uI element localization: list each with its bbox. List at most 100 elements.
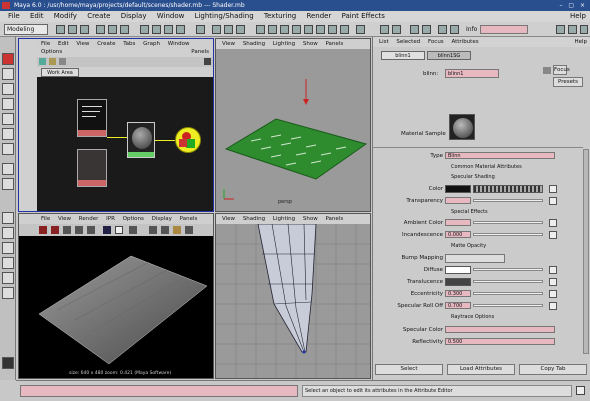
keep-image-icon[interactable] (149, 226, 157, 234)
show-manip-icon[interactable] (2, 163, 14, 175)
snap-plane-icon[interactable] (176, 25, 185, 34)
universal-manip-icon[interactable] (2, 143, 14, 155)
bump-dropdown[interactable] (445, 254, 505, 263)
texture-node[interactable] (77, 99, 107, 137)
snap-point-icon[interactable] (164, 25, 173, 34)
menu-lighting-shading[interactable]: Lighting/Shading (195, 12, 254, 20)
transparency-field[interactable] (445, 197, 471, 204)
menu-window[interactable]: Window (157, 12, 185, 20)
face-icon[interactable] (422, 25, 431, 34)
history-icon[interactable] (196, 25, 205, 34)
load-attributes-button[interactable]: Load Attributes (447, 364, 515, 375)
script-editor-icon[interactable] (576, 386, 585, 395)
hs-menu-options[interactable]: Options (41, 49, 62, 55)
hs-menu-panels[interactable]: Panels (191, 49, 209, 55)
incandescence-slider[interactable] (473, 233, 543, 236)
select-hierarchy-icon[interactable] (96, 25, 105, 34)
menu-paint-effects[interactable]: Paint Effects (342, 12, 385, 20)
hs-menu-file[interactable]: File (41, 41, 50, 47)
snap-grid-icon[interactable] (140, 25, 149, 34)
redo-render-icon[interactable] (39, 226, 47, 234)
map-button-icon[interactable] (549, 278, 557, 286)
selection-mask-icon[interactable] (256, 25, 265, 34)
last-tool-icon[interactable] (2, 178, 14, 190)
menu-texturing[interactable]: Texturing (264, 12, 296, 20)
hs-menu-graph[interactable]: Graph (143, 41, 160, 47)
command-line-icon[interactable] (2, 357, 14, 369)
ae-tab-blinn1sg[interactable]: blinn1SG (427, 51, 471, 60)
ipr-render-icon[interactable] (51, 226, 59, 234)
ae-menu-attributes[interactable]: Attributes (451, 39, 478, 45)
joint-icon[interactable] (280, 25, 289, 34)
show-tool-settings-icon[interactable] (580, 25, 588, 34)
layout-render-icon[interactable] (2, 287, 14, 299)
map-button-icon[interactable] (549, 197, 557, 205)
presets-button[interactable]: Presets (553, 77, 583, 87)
map-button-icon[interactable] (549, 266, 557, 274)
rv-menu-ipr[interactable]: IPR (106, 216, 115, 222)
clear-graph-icon[interactable] (59, 58, 66, 65)
ae-menu-help[interactable]: Help (574, 37, 587, 47)
dynamics-icon[interactable] (328, 25, 337, 34)
perspective-viewport[interactable]: View Shading Lighting Show Panels persp (215, 38, 371, 212)
rv-menu-view[interactable]: View (58, 216, 71, 222)
input-output-icon[interactable] (49, 58, 56, 65)
layout-hypershade-icon[interactable] (2, 272, 14, 284)
deformer-icon[interactable] (316, 25, 325, 34)
map-button-icon[interactable] (549, 185, 557, 193)
side-viewport[interactable]: View Shading Lighting Show Panels (215, 213, 371, 379)
side-menu-lighting[interactable]: Lighting (273, 216, 295, 222)
open-scene-icon[interactable] (68, 25, 77, 34)
scale-tool-icon[interactable] (2, 128, 14, 140)
texture-node-2[interactable] (77, 149, 107, 187)
rgb-channels-icon[interactable] (103, 226, 111, 234)
layout-persp-outliner-icon[interactable] (2, 242, 14, 254)
translucence-swatch[interactable] (445, 278, 471, 286)
menu-display[interactable]: Display (121, 12, 147, 20)
pin-icon[interactable] (185, 226, 193, 234)
region-icon[interactable] (75, 226, 83, 234)
section-specular-shading[interactable]: Specular Shading (451, 174, 495, 180)
shader-name-input[interactable]: blinn1 (445, 69, 499, 78)
grid-icon[interactable] (438, 25, 447, 34)
snap-curve-icon[interactable] (152, 25, 161, 34)
layout-four-icon[interactable] (2, 227, 14, 239)
diffuse-slider[interactable] (473, 268, 543, 271)
vertex-icon[interactable] (392, 25, 401, 34)
specular-roll-off-field[interactable]: 0.700 (445, 302, 471, 309)
rendering-icon[interactable] (340, 25, 349, 34)
real-size-icon[interactable] (129, 226, 137, 234)
layout-persp-graph-icon[interactable] (2, 257, 14, 269)
section-common-material[interactable]: Common Material Attributes (451, 164, 522, 170)
lasso-tool-icon[interactable] (2, 68, 14, 80)
side-menu-show[interactable]: Show (303, 216, 318, 222)
layout-toggle-icon[interactable] (204, 58, 211, 65)
eccentricity-slider[interactable] (473, 292, 543, 295)
focus-button[interactable]: Focus (553, 65, 570, 75)
uv-icon[interactable] (380, 25, 389, 34)
hs-menu-tabs[interactable]: Tabs (123, 41, 135, 47)
map-button-icon[interactable] (549, 302, 557, 310)
rv-menu-render[interactable]: Render (79, 216, 99, 222)
map-button-icon[interactable] (549, 231, 557, 239)
snapshot-icon[interactable] (87, 226, 95, 234)
select-component-icon[interactable] (120, 25, 129, 34)
color-swatch[interactable] (445, 185, 471, 193)
alpha-channel-icon[interactable] (115, 226, 123, 234)
persp-menu-lighting[interactable]: Lighting (273, 41, 295, 47)
display-settings-icon[interactable] (173, 226, 181, 234)
rv-menu-display[interactable]: Display (152, 216, 172, 222)
hs-menu-create[interactable]: Create (97, 41, 115, 47)
transparency-slider[interactable] (473, 199, 543, 202)
side-menu-view[interactable]: View (222, 216, 235, 222)
ambient-slider[interactable] (473, 221, 543, 224)
color-map-pattern[interactable] (473, 185, 543, 193)
rotate-tool-icon[interactable] (2, 113, 14, 125)
ae-menu-focus[interactable]: Focus (428, 39, 444, 45)
persp-menu-shading[interactable]: Shading (243, 41, 265, 47)
curve-icon[interactable] (292, 25, 301, 34)
rv-menu-options[interactable]: Options (123, 216, 144, 222)
select-button[interactable]: Select (375, 364, 443, 375)
copy-tab-button[interactable]: Copy Tab (519, 364, 587, 375)
render-globals-icon[interactable] (236, 25, 245, 34)
